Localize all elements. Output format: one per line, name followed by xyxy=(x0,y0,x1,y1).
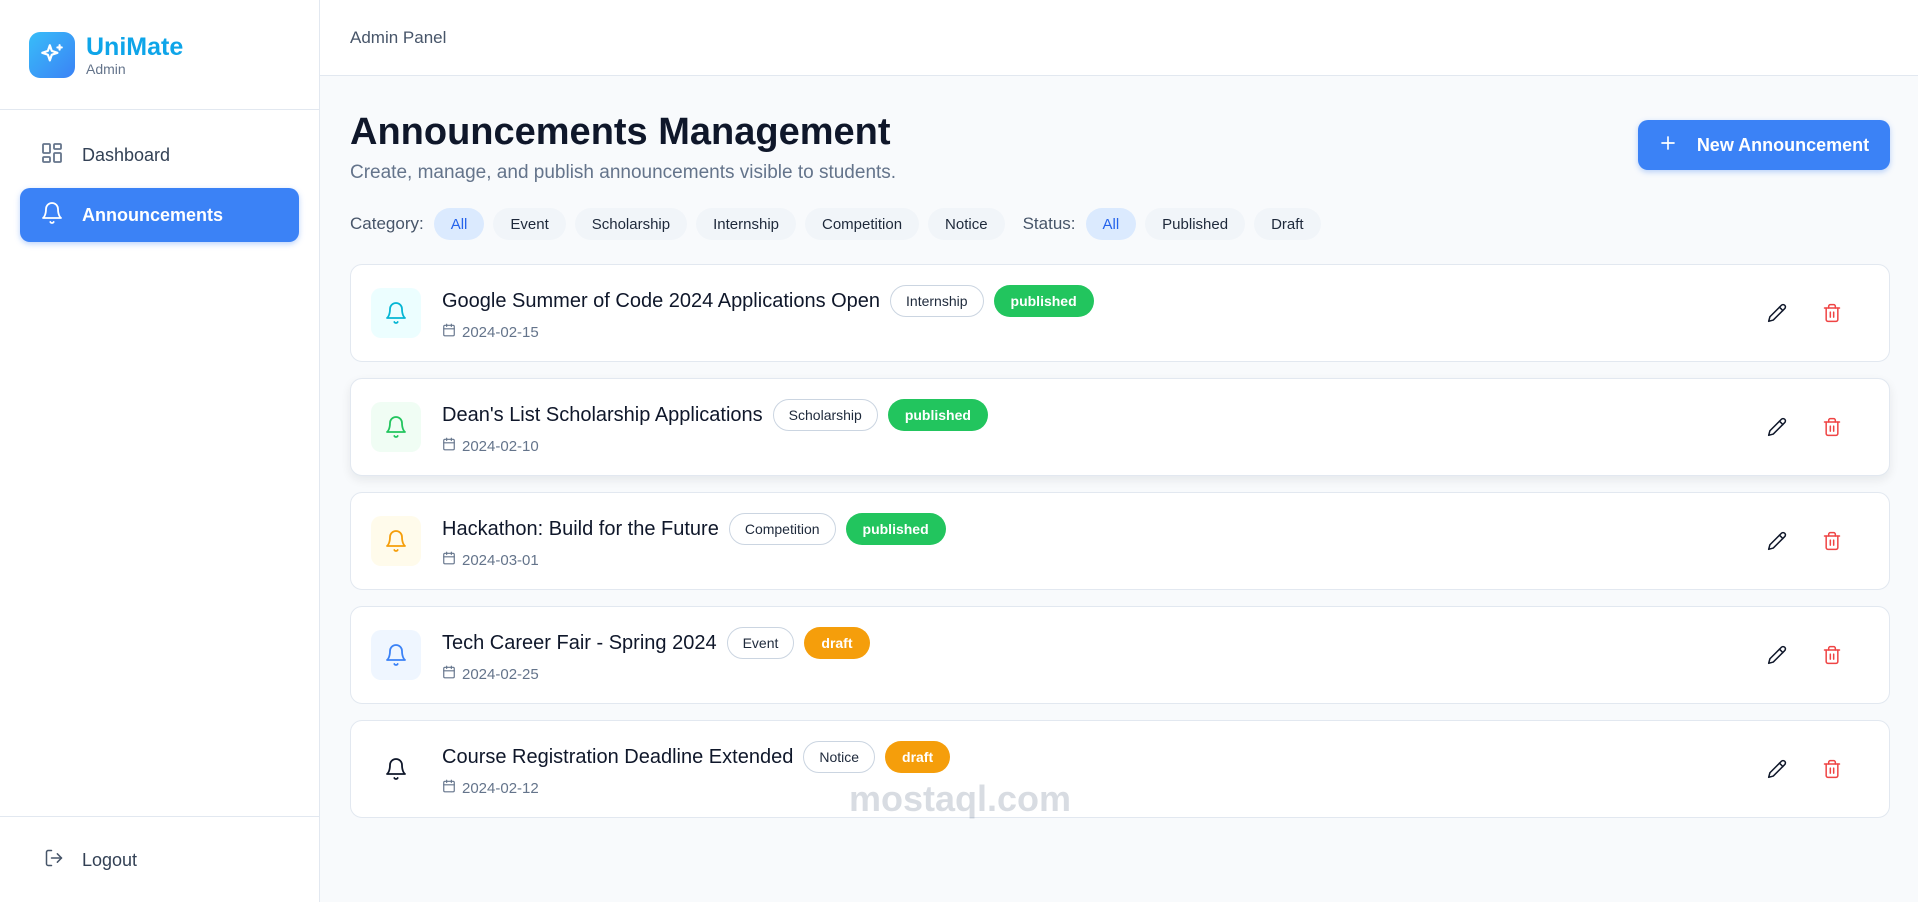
trash-icon xyxy=(1823,303,1841,323)
status-badge: draft xyxy=(804,627,870,659)
calendar-icon xyxy=(442,323,456,341)
announcement-card[interactable]: Google Summer of Code 2024 Applications … xyxy=(350,264,1890,362)
category-tag: Internship xyxy=(890,285,984,317)
edit-button[interactable] xyxy=(1765,301,1789,325)
page-title: Announcements Management xyxy=(350,111,891,153)
announcement-card[interactable]: Tech Career Fair - Spring 2024 Event dra… xyxy=(350,606,1890,704)
delete-button[interactable] xyxy=(1820,643,1844,667)
announcement-date: 2024-03-01 xyxy=(462,551,539,569)
plus-icon xyxy=(1659,134,1677,157)
status-badge: draft xyxy=(885,741,951,773)
brand-name: UniMate xyxy=(86,32,184,61)
new-announcement-button[interactable]: New Announcement xyxy=(1638,120,1890,170)
calendar-icon xyxy=(442,779,456,797)
category-chip-notice[interactable]: Notice xyxy=(928,208,1005,240)
sidebar: UniMate Admin Dashboard Announcements Lo… xyxy=(0,0,320,902)
status-chip-all[interactable]: All xyxy=(1085,208,1137,240)
announcement-title: Course Registration Deadline Extended xyxy=(442,745,794,768)
category-chip-competition[interactable]: Competition xyxy=(805,208,920,240)
announcement-title: Dean's List Scholarship Applications xyxy=(442,403,763,426)
logout-icon xyxy=(44,848,64,873)
category-tag: Competition xyxy=(728,513,836,545)
bell-icon xyxy=(371,516,421,566)
delete-button[interactable] xyxy=(1820,301,1844,325)
announcement-date: 2024-02-25 xyxy=(462,665,539,683)
delete-button[interactable] xyxy=(1820,415,1844,439)
sidebar-footer: Logout xyxy=(0,816,319,902)
status-filter-label: Status: xyxy=(1022,214,1076,233)
announcement-title: Google Summer of Code 2024 Applications … xyxy=(442,289,881,312)
trash-icon xyxy=(1823,759,1841,779)
bell-icon xyxy=(371,630,421,680)
edit-button[interactable] xyxy=(1765,529,1789,553)
announcement-card[interactable]: Hackathon: Build for the Future Competit… xyxy=(350,492,1890,590)
brand-subtitle: Admin xyxy=(86,60,126,77)
status-badge: published xyxy=(887,399,988,431)
logout-label: Logout xyxy=(82,849,138,870)
content: Announcements Management Create, manage,… xyxy=(320,76,1918,818)
trash-icon xyxy=(1823,531,1841,551)
announcement-title: Hackathon: Build for the Future xyxy=(442,517,719,540)
topbar: Admin Panel xyxy=(320,0,1918,76)
bell-icon xyxy=(371,288,421,338)
bell-icon xyxy=(371,402,421,452)
trash-icon xyxy=(1823,645,1841,665)
announcement-card[interactable]: Dean's List Scholarship Applications Sch… xyxy=(350,378,1890,476)
brand: UniMate Admin xyxy=(0,0,319,110)
status-chip-draft[interactable]: Draft xyxy=(1254,208,1321,240)
new-announcement-label: New Announcement xyxy=(1696,134,1870,155)
announcement-date: 2024-02-12 xyxy=(462,779,539,797)
announcement-date: 2024-02-15 xyxy=(462,323,539,341)
sparkles-icon xyxy=(29,31,75,78)
sidebar-item-label: Announcements xyxy=(82,204,224,225)
status-chip-published[interactable]: Published xyxy=(1145,208,1246,240)
delete-button[interactable] xyxy=(1820,757,1844,781)
category-tag: Scholarship xyxy=(772,399,878,431)
bell-icon xyxy=(40,201,64,230)
edit-button[interactable] xyxy=(1765,415,1789,439)
calendar-icon xyxy=(442,665,456,683)
edit-button[interactable] xyxy=(1765,757,1789,781)
announcement-card[interactable]: Course Registration Deadline Extended No… xyxy=(350,720,1890,818)
logout-button[interactable]: Logout xyxy=(20,833,299,887)
topbar-title: Admin Panel xyxy=(350,27,447,47)
bell-icon xyxy=(371,744,421,794)
sidebar-item-announcements[interactable]: Announcements xyxy=(20,188,299,242)
pencil-icon xyxy=(1767,531,1787,551)
sidebar-item-dashboard[interactable]: Dashboard xyxy=(20,128,299,182)
sidebar-item-label: Dashboard xyxy=(82,144,171,165)
category-tag: Notice xyxy=(803,741,876,773)
calendar-icon xyxy=(442,437,456,455)
calendar-icon xyxy=(442,551,456,569)
delete-button[interactable] xyxy=(1820,529,1844,553)
category-chip-internship[interactable]: Internship xyxy=(696,208,796,240)
sidebar-nav: Dashboard Announcements xyxy=(0,110,319,816)
trash-icon xyxy=(1823,417,1841,437)
pencil-icon xyxy=(1767,417,1787,437)
category-chip-scholarship[interactable]: Scholarship xyxy=(574,208,688,240)
category-chip-all[interactable]: All xyxy=(433,208,485,240)
status-badge: published xyxy=(845,513,946,545)
pencil-icon xyxy=(1767,759,1787,779)
page-subtitle: Create, manage, and publish announcement… xyxy=(350,162,897,183)
status-badge: published xyxy=(993,285,1094,317)
announcement-date: 2024-02-10 xyxy=(462,437,539,455)
dashboard-icon xyxy=(40,141,64,170)
announcement-list: Google Summer of Code 2024 Applications … xyxy=(350,264,1890,818)
category-filter-label: Category: xyxy=(350,214,424,233)
watermark: mostaql.com xyxy=(848,778,1072,819)
pencil-icon xyxy=(1767,303,1787,323)
edit-button[interactable] xyxy=(1765,643,1789,667)
category-tag: Event xyxy=(726,627,795,659)
main-area: Admin Panel Announcements Management Cre… xyxy=(320,0,1918,902)
pencil-icon xyxy=(1767,645,1787,665)
filter-bar: Category: All Event Scholarship Internsh… xyxy=(350,208,1890,240)
category-chip-event[interactable]: Event xyxy=(493,208,566,240)
announcement-title: Tech Career Fair - Spring 2024 xyxy=(442,631,717,654)
